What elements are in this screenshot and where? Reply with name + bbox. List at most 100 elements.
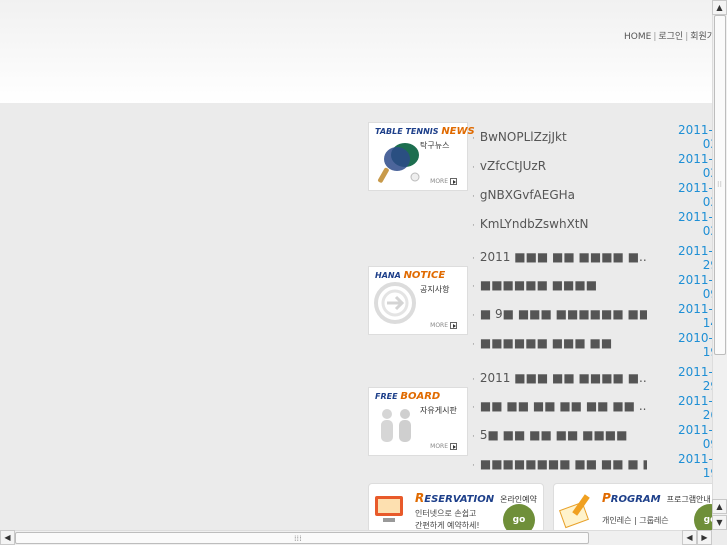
list-item[interactable]: · BwNOPLlZzjJkt (472, 130, 647, 144)
item-date: 2011-026 (678, 394, 712, 422)
bullet: · (472, 134, 475, 144)
banner-title-rest: ESERVATION (424, 494, 495, 505)
banner-label: 프로그램안내 (666, 495, 711, 504)
badge-title: HANA NOTICE (375, 270, 445, 281)
reservation-banner[interactable]: RESERVATION 온라인예약 인터넷으로 손쉽고 간편하게 예약하세! go (368, 483, 544, 530)
more-label: MORE (430, 178, 448, 185)
vertical-scrollbar[interactable]: ▲ ⁝⁝ ▲ ▼ (712, 0, 727, 530)
item-date: 2011-009 (678, 273, 712, 301)
bullet: · (472, 192, 475, 202)
badge-subtitle: 탁구뉴스 (420, 141, 450, 150)
reservation-go-button[interactable]: go (503, 504, 535, 530)
date-line: 09 (702, 287, 712, 301)
item-title: KmLYndbZswhXtN (479, 217, 589, 231)
scroll-left-arrow-icon[interactable]: ◀ (682, 530, 697, 545)
bullet: · (472, 375, 475, 385)
nav-separator: | (685, 32, 689, 42)
more-label: MORE (430, 443, 448, 450)
people-icon (381, 409, 411, 442)
program-banner[interactable]: PROGRAM 프로그램안내 개인레슨 | 그룹레슨 go (553, 483, 712, 530)
badge-title-accent: NOTICE (403, 270, 446, 281)
scroll-left-arrow-icon[interactable]: ◀ (0, 530, 15, 545)
login-link[interactable]: 로그인 (658, 32, 683, 42)
list-item[interactable]: · ■■ ■■ ■■ ■■ ■■ ■■ .. (472, 399, 647, 413)
item-title: ■ 9■ ■■■ ■■■■■■ ■■ (479, 307, 647, 321)
date-line: 2011-0 (678, 273, 712, 287)
list-item[interactable]: · 5■ ■■ ■■ ■■ ■■■■ (472, 428, 647, 442)
banner-title: RESERVATION 온라인예약 (415, 491, 537, 505)
banner-description: 인터넷으로 손쉽고 간편하게 예약하세! (415, 508, 480, 530)
list-item[interactable]: · vZfcCtJUzR (472, 159, 647, 173)
date-line: 14 (702, 316, 712, 330)
more-button[interactable]: MORE (430, 322, 457, 329)
scrollbar-corner (712, 530, 727, 545)
item-date: 2011-002 (678, 123, 712, 151)
item-title: ■■ ■■ ■■ ■■ ■■ ■■ .. (479, 399, 647, 413)
table-tennis-news-badge[interactable]: TABLE TENNIS NEWS 탁구뉴스 MORE (368, 122, 475, 191)
item-date: 2011-029 (678, 365, 712, 393)
date-line: 2011-0 (678, 152, 712, 166)
bullet: · (472, 282, 475, 292)
scroll-right-arrow-icon[interactable]: ▶ (697, 530, 712, 545)
item-date: 2011-009 (678, 423, 712, 451)
bullet: · (472, 254, 475, 264)
date-line: 29 (702, 379, 712, 393)
page-viewport: HOME | 로그인 | 회원가 TABLE TENNIS NEWS 탁구뉴스 MORE… (0, 0, 712, 530)
pencil-paper-icon (559, 494, 590, 529)
date-line: 2011-0 (678, 365, 712, 379)
hana-notice-badge[interactable]: HANA NOTICE 공지사항 MORE (368, 266, 468, 335)
program-go-button[interactable]: go (694, 504, 712, 530)
item-title: vZfcCtJUzR (479, 159, 547, 173)
item-title: BwNOPLlZzjJkt (479, 130, 567, 144)
scroll-up-arrow-icon[interactable]: ▲ (712, 499, 727, 514)
date-line: 2011-0 (678, 302, 712, 316)
list-item[interactable]: · ■■■■■■ ■■■■ (472, 278, 647, 292)
badge-title-main: TABLE TENNIS (375, 127, 442, 136)
banner-line: 인터넷으로 손쉽고 (415, 509, 477, 518)
date-line: 02 (702, 166, 712, 180)
list-item[interactable]: · ■■■■■■■■ ■■ ■■ ■ ■.. (472, 457, 647, 471)
more-button[interactable]: MORE (430, 178, 457, 185)
horizontal-scroll-thumb[interactable]: ⁞⁞⁞ (15, 532, 589, 544)
item-date: 2011-002 (678, 152, 712, 180)
date-line: 09 (702, 437, 712, 451)
more-label: MORE (430, 322, 448, 329)
more-button[interactable]: MORE (430, 443, 457, 450)
badge-subtitle: 자유게시판 (420, 406, 457, 415)
item-title: gNBXGvfAEGHa (479, 188, 576, 202)
free-board-badge[interactable]: FREE BOARD 자유게시판 MORE (368, 387, 468, 456)
bullet: · (472, 461, 475, 471)
banner-title-initial: R (415, 491, 425, 505)
banner-title: PROGRAM 프로그램안내 (602, 491, 711, 505)
bullet: · (472, 311, 475, 321)
item-title: ■■■■■■ ■■■ ■■ (479, 336, 613, 350)
bullet: · (472, 221, 475, 231)
scroll-down-arrow-icon[interactable]: ▼ (712, 515, 727, 530)
date-line: 02 (702, 195, 712, 209)
banner-description: 개인레슨 | 그룹레슨 (602, 515, 669, 527)
item-title: 2011 ■■■ ■■ ■■■■ ■.. (479, 250, 647, 264)
date-line: 19 (702, 466, 712, 480)
list-item[interactable]: · gNBXGvfAEGHa (472, 188, 647, 202)
list-item[interactable]: · ■ 9■ ■■■ ■■■■■■ ■■ (472, 307, 647, 321)
bullet: · (472, 432, 475, 442)
list-item[interactable]: · ■■■■■■ ■■■ ■■ (472, 336, 647, 350)
badge-subtitle: 공지사항 (420, 285, 450, 294)
horizontal-scrollbar[interactable]: ◀ ⁞⁞⁞ ◀ ▶ (0, 530, 712, 545)
home-link[interactable]: HOME (624, 32, 651, 42)
scroll-up-arrow-icon[interactable]: ▲ (712, 0, 727, 15)
vertical-scroll-thumb[interactable]: ⁝⁝ (714, 15, 726, 355)
circle-arrow-icon (374, 282, 416, 324)
ping-pong-paddle-icon (378, 143, 420, 183)
item-title: ■■■■■■■■ ■■ ■■ ■ ■.. (479, 457, 647, 471)
list-item[interactable]: · 2011 ■■■ ■■ ■■■■ ■.. (472, 371, 647, 385)
item-date: 2010-019 (678, 331, 712, 359)
date-line: 02 (702, 224, 712, 238)
date-line: 26 (702, 408, 712, 422)
item-title: 5■ ■■ ■■ ■■ ■■■■ (479, 428, 628, 442)
list-item[interactable]: · KmLYndbZswhXtN (472, 217, 647, 231)
date-line: 2011-0 (678, 452, 712, 466)
list-item[interactable]: · 2011 ■■■ ■■ ■■■■ ■.. (472, 250, 647, 264)
banner-label: 온라인예약 (500, 495, 537, 504)
join-link[interactable]: 회원가 (690, 32, 712, 42)
